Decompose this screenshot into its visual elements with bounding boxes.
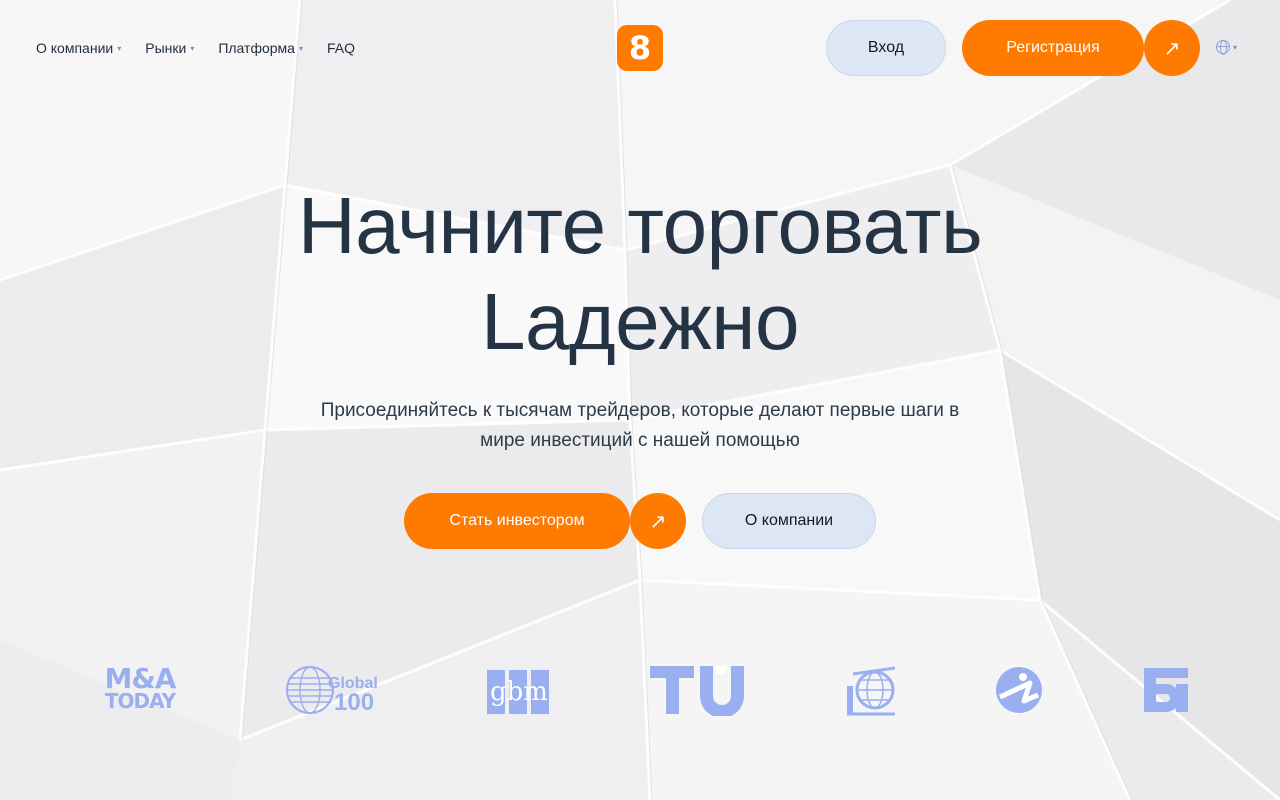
nav-item-label: О компании bbox=[36, 40, 114, 56]
become-investor-button[interactable]: Стать инвестором bbox=[404, 493, 630, 549]
partner-logo-text: TODAY bbox=[104, 689, 176, 713]
nav-item-company[interactable]: О компании ▾ bbox=[36, 40, 121, 56]
become-investor-arrow-button[interactable]: ↗ bbox=[630, 493, 686, 549]
partner-logo-tu bbox=[650, 660, 746, 720]
gbm-icon: gbm bbox=[487, 670, 549, 714]
nav-item-markets[interactable]: Рынки ▾ bbox=[145, 40, 194, 56]
hero-subtitle-line-2: мире инвестиций с нашей помощью bbox=[480, 430, 800, 451]
language-selector[interactable]: ▾ bbox=[1216, 40, 1238, 55]
arrow-up-right-icon: ↗ bbox=[1163, 37, 1181, 60]
hero-title-line-2: Lадежно bbox=[481, 277, 799, 366]
hero-section: Начните торговать Lадежно Присоединяйтес… bbox=[0, 178, 1280, 456]
nav-item-label: Платформа bbox=[218, 40, 295, 56]
login-button[interactable]: Вход bbox=[826, 20, 946, 76]
chevron-down-icon: ▾ bbox=[1233, 42, 1238, 52]
nav-item-label: Рынки bbox=[145, 40, 187, 56]
global-100-icon: Global 100 bbox=[286, 666, 378, 716]
nav-item-label: FAQ bbox=[326, 40, 355, 56]
nav-item-platform[interactable]: Платформа ▾ bbox=[218, 40, 303, 56]
partner-logo-bi bbox=[1142, 660, 1190, 720]
register-button[interactable]: Регистрация bbox=[962, 20, 1144, 76]
logo-glyph: 8 bbox=[628, 29, 652, 67]
bi-icon bbox=[1144, 668, 1188, 712]
chevron-down-icon: ▾ bbox=[117, 43, 122, 53]
brand-logo[interactable]: 8 bbox=[617, 25, 663, 71]
partner-logo-text: M&A bbox=[104, 662, 177, 695]
tu-icon bbox=[650, 666, 744, 716]
hero-title: Начните торговать Lадежно bbox=[0, 178, 1280, 370]
hero-subtitle: Присоединяйтесь к тысячам трейдеров, кот… bbox=[0, 396, 1280, 456]
register-arrow-button[interactable]: ↗ bbox=[1144, 20, 1200, 76]
nav-item-faq[interactable]: FAQ bbox=[327, 40, 355, 56]
partner-logo-text: 100 bbox=[334, 689, 374, 716]
globe-grid-icon bbox=[847, 666, 896, 716]
arrow-up-right-icon: ↗ bbox=[649, 510, 667, 533]
partner-logo-global-100: Global 100 bbox=[286, 660, 390, 720]
chevron-down-icon: ▾ bbox=[298, 43, 303, 53]
partner-logo-globe bbox=[845, 660, 897, 720]
globe-icon bbox=[1216, 40, 1230, 55]
top-navigation: О компании ▾ Рынки ▾ Платформа ▾ FAQ 8 В… bbox=[0, 0, 1280, 96]
partner-logo-i bbox=[994, 660, 1044, 720]
main-menu: О компании ▾ Рынки ▾ Платформа ▾ FAQ bbox=[36, 40, 355, 56]
hero-subtitle-line-1: Присоединяйтесь к тысячам трейдеров, кот… bbox=[320, 400, 960, 421]
i-circle-icon bbox=[996, 667, 1042, 713]
hero-title-line-1: Начните торговать bbox=[297, 181, 983, 270]
partner-logo-ma-today: M&A TODAY bbox=[92, 660, 188, 720]
partner-logo-gbm: gbm bbox=[486, 660, 552, 720]
chevron-down-icon: ▾ bbox=[190, 43, 195, 53]
about-company-button[interactable]: О компании bbox=[702, 493, 876, 549]
partner-logo-text: gbm bbox=[490, 677, 548, 707]
partner-logos: M&A TODAY Global 100 gbm bbox=[0, 660, 1280, 724]
